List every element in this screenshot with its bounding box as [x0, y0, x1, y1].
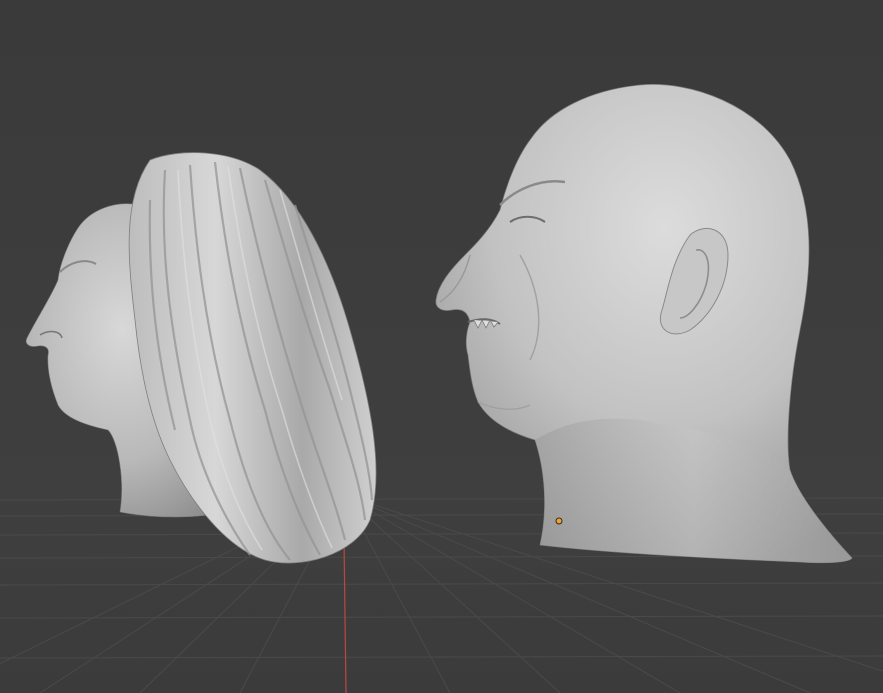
3d-viewport[interactable]	[0, 0, 883, 693]
viewport-canvas[interactable]	[0, 0, 883, 693]
object-origin-dot[interactable]	[555, 517, 563, 525]
